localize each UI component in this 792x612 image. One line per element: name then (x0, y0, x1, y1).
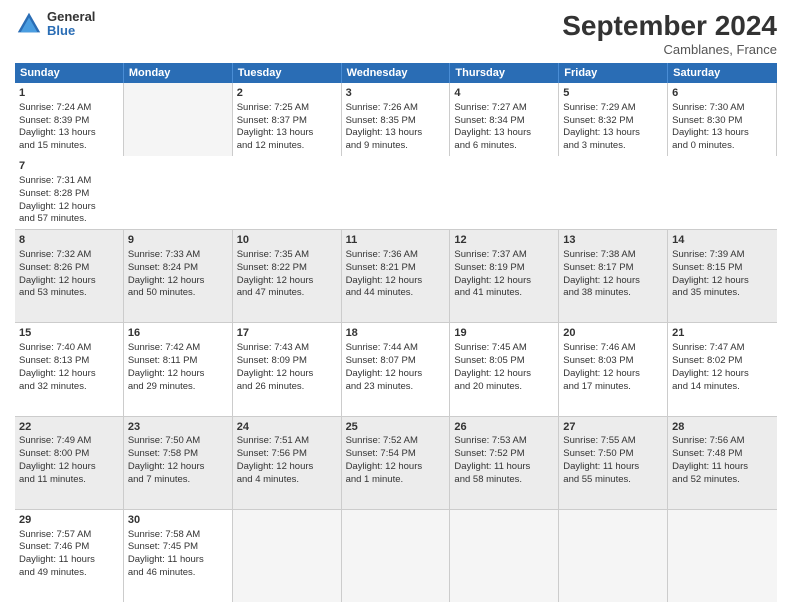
calendar-cell: 29Sunrise: 7:57 AMSunset: 7:46 PMDayligh… (15, 510, 124, 602)
logo: General Blue (15, 10, 95, 39)
header-day-thursday: Thursday (450, 63, 559, 83)
header-day-tuesday: Tuesday (233, 63, 342, 83)
day-number: 28 (672, 420, 773, 435)
day-number: 7 (19, 159, 120, 174)
day-number: 5 (563, 86, 663, 101)
calendar-cell (668, 510, 777, 602)
calendar-cell: 28Sunrise: 7:56 AMSunset: 7:48 PMDayligh… (668, 417, 777, 509)
day-number: 4 (454, 86, 554, 101)
day-number: 15 (19, 326, 119, 341)
calendar-cell (450, 510, 559, 602)
calendar-cell (559, 510, 668, 602)
calendar-row: 15Sunrise: 7:40 AMSunset: 8:13 PMDayligh… (15, 323, 777, 416)
calendar-cell: 22Sunrise: 7:49 AMSunset: 8:00 PMDayligh… (15, 417, 124, 509)
calendar-cell: 14Sunrise: 7:39 AMSunset: 8:15 PMDayligh… (668, 230, 777, 322)
calendar-row: 8Sunrise: 7:32 AMSunset: 8:26 PMDaylight… (15, 230, 777, 323)
logo-icon (15, 10, 43, 38)
calendar-cell: 6Sunrise: 7:30 AMSunset: 8:30 PMDaylight… (668, 83, 777, 156)
day-number: 20 (563, 326, 663, 341)
day-number: 6 (672, 86, 772, 101)
calendar-cell: 7Sunrise: 7:31 AMSunset: 8:28 PMDaylight… (15, 156, 124, 229)
calendar-cell: 24Sunrise: 7:51 AMSunset: 7:56 PMDayligh… (233, 417, 342, 509)
subtitle: Camblanes, France (562, 42, 777, 57)
day-number: 26 (454, 420, 554, 435)
calendar-cell: 3Sunrise: 7:26 AMSunset: 8:35 PMDaylight… (342, 83, 451, 156)
day-number: 29 (19, 513, 119, 528)
day-number: 19 (454, 326, 554, 341)
calendar-cell (124, 83, 233, 156)
calendar-cell: 19Sunrise: 7:45 AMSunset: 8:05 PMDayligh… (450, 323, 559, 415)
day-number: 24 (237, 420, 337, 435)
logo-text: General Blue (47, 10, 95, 39)
calendar-cell: 30Sunrise: 7:58 AMSunset: 7:45 PMDayligh… (124, 510, 233, 602)
title-block: September 2024 Camblanes, France (562, 10, 777, 57)
header-day-sunday: Sunday (15, 63, 124, 83)
calendar-row: 22Sunrise: 7:49 AMSunset: 8:00 PMDayligh… (15, 417, 777, 510)
calendar-cell: 17Sunrise: 7:43 AMSunset: 8:09 PMDayligh… (233, 323, 342, 415)
day-number: 11 (346, 233, 446, 248)
day-number: 12 (454, 233, 554, 248)
calendar-cell: 12Sunrise: 7:37 AMSunset: 8:19 PMDayligh… (450, 230, 559, 322)
calendar-cell: 9Sunrise: 7:33 AMSunset: 8:24 PMDaylight… (124, 230, 233, 322)
calendar-cell: 23Sunrise: 7:50 AMSunset: 7:58 PMDayligh… (124, 417, 233, 509)
calendar-cell: 8Sunrise: 7:32 AMSunset: 8:26 PMDaylight… (15, 230, 124, 322)
page: General Blue September 2024 Camblanes, F… (0, 0, 792, 612)
header-day-monday: Monday (124, 63, 233, 83)
header-day-friday: Friday (559, 63, 668, 83)
day-number: 14 (672, 233, 773, 248)
day-number: 27 (563, 420, 663, 435)
day-number: 18 (346, 326, 446, 341)
calendar-cell: 27Sunrise: 7:55 AMSunset: 7:50 PMDayligh… (559, 417, 668, 509)
calendar-cell: 15Sunrise: 7:40 AMSunset: 8:13 PMDayligh… (15, 323, 124, 415)
calendar-cell: 21Sunrise: 7:47 AMSunset: 8:02 PMDayligh… (668, 323, 777, 415)
day-number: 22 (19, 420, 119, 435)
day-number: 13 (563, 233, 663, 248)
day-number: 17 (237, 326, 337, 341)
logo-line2: Blue (47, 24, 95, 38)
calendar-cell: 2Sunrise: 7:25 AMSunset: 8:37 PMDaylight… (233, 83, 342, 156)
calendar-header: SundayMondayTuesdayWednesdayThursdayFrid… (15, 63, 777, 83)
calendar-row: 1Sunrise: 7:24 AMSunset: 8:39 PMDaylight… (15, 83, 777, 230)
calendar: SundayMondayTuesdayWednesdayThursdayFrid… (15, 63, 777, 602)
day-number: 1 (19, 86, 119, 101)
header-day-saturday: Saturday (668, 63, 777, 83)
calendar-cell: 4Sunrise: 7:27 AMSunset: 8:34 PMDaylight… (450, 83, 559, 156)
month-title: September 2024 (562, 10, 777, 42)
calendar-body: 1Sunrise: 7:24 AMSunset: 8:39 PMDaylight… (15, 83, 777, 602)
calendar-cell: 10Sunrise: 7:35 AMSunset: 8:22 PMDayligh… (233, 230, 342, 322)
calendar-row: 29Sunrise: 7:57 AMSunset: 7:46 PMDayligh… (15, 510, 777, 602)
calendar-cell: 5Sunrise: 7:29 AMSunset: 8:32 PMDaylight… (559, 83, 668, 156)
calendar-cell: 25Sunrise: 7:52 AMSunset: 7:54 PMDayligh… (342, 417, 451, 509)
day-number: 9 (128, 233, 228, 248)
calendar-cell: 26Sunrise: 7:53 AMSunset: 7:52 PMDayligh… (450, 417, 559, 509)
day-number: 8 (19, 233, 119, 248)
header: General Blue September 2024 Camblanes, F… (15, 10, 777, 57)
header-day-wednesday: Wednesday (342, 63, 451, 83)
calendar-cell: 1Sunrise: 7:24 AMSunset: 8:39 PMDaylight… (15, 83, 124, 156)
calendar-cell: 20Sunrise: 7:46 AMSunset: 8:03 PMDayligh… (559, 323, 668, 415)
calendar-cell (233, 510, 342, 602)
day-number: 21 (672, 326, 773, 341)
day-number: 25 (346, 420, 446, 435)
day-number: 16 (128, 326, 228, 341)
day-number: 10 (237, 233, 337, 248)
day-number: 2 (237, 86, 337, 101)
day-number: 30 (128, 513, 228, 528)
logo-line1: General (47, 10, 95, 24)
calendar-cell (342, 510, 451, 602)
calendar-cell: 13Sunrise: 7:38 AMSunset: 8:17 PMDayligh… (559, 230, 668, 322)
day-number: 23 (128, 420, 228, 435)
calendar-cell: 18Sunrise: 7:44 AMSunset: 8:07 PMDayligh… (342, 323, 451, 415)
calendar-cell: 11Sunrise: 7:36 AMSunset: 8:21 PMDayligh… (342, 230, 451, 322)
day-number: 3 (346, 86, 446, 101)
calendar-cell: 16Sunrise: 7:42 AMSunset: 8:11 PMDayligh… (124, 323, 233, 415)
